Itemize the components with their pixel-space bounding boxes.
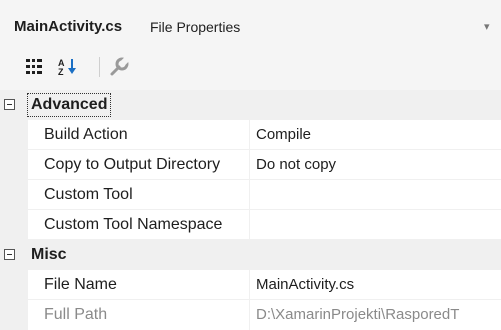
property-value[interactable] (256, 180, 501, 210)
column-divider[interactable] (249, 270, 250, 300)
row-gutter (0, 180, 28, 210)
wrench-icon[interactable] (108, 56, 130, 78)
collapse-icon[interactable] (4, 99, 15, 110)
property-grid: Advanced Build Action Compile Copy to Ou… (0, 90, 501, 330)
property-row-custom-tool[interactable]: Custom Tool (0, 180, 501, 210)
column-divider[interactable] (249, 300, 250, 330)
property-row-copy-to-output[interactable]: Copy to Output Directory Do not copy (0, 150, 501, 180)
column-divider[interactable] (249, 210, 250, 240)
property-name: Full Path (44, 306, 108, 323)
property-name: Build Action (44, 126, 128, 143)
property-value[interactable]: MainActivity.cs (256, 270, 501, 300)
property-value[interactable]: Do not copy (256, 150, 501, 180)
category-label: Misc (31, 246, 67, 263)
row-gutter (0, 210, 28, 240)
row-gutter (0, 300, 28, 330)
category-misc[interactable]: Misc (0, 240, 501, 270)
row-gutter (0, 120, 28, 150)
alphabetical-sort-icon[interactable]: A Z (57, 56, 79, 78)
column-divider[interactable] (249, 120, 250, 150)
category-advanced[interactable]: Advanced (0, 90, 501, 120)
property-name: Custom Tool (44, 186, 133, 203)
row-gutter (0, 150, 28, 180)
property-row-file-name[interactable]: File Name MainActivity.cs (0, 270, 501, 300)
property-value: D:\XamarinProjekti\RasporedT (256, 306, 460, 323)
property-row-custom-tool-namespace[interactable]: Custom Tool Namespace (0, 210, 501, 240)
selected-object-type: File Properties (150, 19, 241, 35)
property-name: Custom Tool Namespace (44, 216, 223, 233)
column-divider[interactable] (249, 180, 250, 210)
object-selector-dropdown[interactable]: ▾ (484, 20, 490, 33)
property-name: File Name (44, 276, 117, 293)
properties-toolbar: A Z (0, 44, 501, 91)
column-divider[interactable] (249, 150, 250, 180)
property-name: Copy to Output Directory (44, 156, 221, 173)
properties-title-bar: MainActivity.cs File Properties ▾ (0, 0, 501, 44)
category-label: Advanced (26, 93, 112, 117)
row-gutter (0, 270, 28, 300)
property-value[interactable]: Compile (256, 120, 501, 150)
toolbar-separator (99, 57, 100, 77)
selected-file-name: MainActivity.cs (14, 18, 123, 35)
svg-text:Z: Z (58, 67, 64, 77)
property-row-full-path[interactable]: Full Path D:\XamarinProjekti\RasporedT (0, 300, 501, 330)
categorized-view-icon[interactable] (24, 56, 46, 78)
property-value[interactable] (256, 210, 501, 240)
property-row-build-action[interactable]: Build Action Compile (0, 120, 501, 150)
collapse-icon[interactable] (4, 249, 15, 260)
